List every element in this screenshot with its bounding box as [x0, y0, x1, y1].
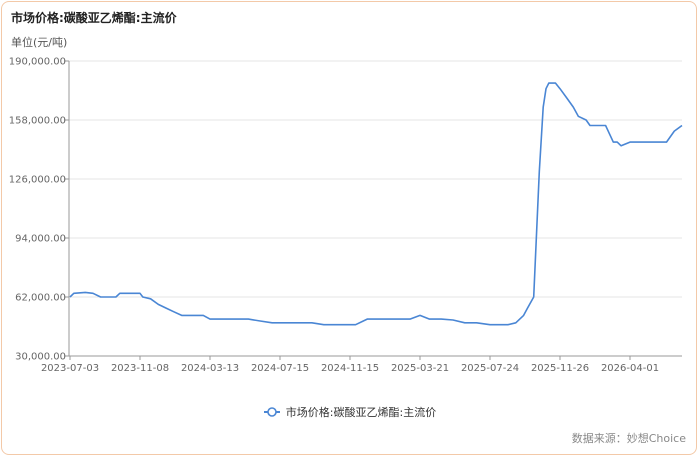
y-tick-label: 158,000.00 [9, 116, 66, 127]
y-tick-label: 30,000.00 [15, 352, 66, 363]
x-tick-label: 2026-04-01 [601, 363, 659, 374]
y-tick-label: 190,000.00 [9, 57, 66, 68]
x-tick-label: 2024-03-13 [181, 363, 239, 374]
legend-line-marker-icon [263, 407, 280, 417]
legend-label: 市场价格:碳酸亚乙烯酯:主流价 [285, 406, 437, 419]
x-tick-label: 2024-07-15 [251, 363, 309, 374]
x-tick-label: 2024-11-15 [321, 363, 379, 374]
data-source: 数据来源：妙想Choice [571, 432, 686, 445]
y-tick-label: 126,000.00 [9, 175, 66, 186]
x-tick-label: 2025-11-26 [531, 363, 589, 374]
y-tick-label: 62,000.00 [15, 293, 66, 304]
series-line-vinylene-carbonate-price [69, 82, 683, 326]
legend[interactable]: 市场价格:碳酸亚乙烯酯:主流价 [0, 404, 700, 420]
x-tick-label: 2025-07-24 [461, 363, 519, 374]
x-tick-label: 2025-03-21 [391, 363, 449, 374]
y-tick-label: 94,000.00 [15, 234, 66, 245]
x-tick-label: 2023-11-08 [111, 363, 169, 374]
line-chart: 190,000.00 158,000.00 126,000.00 94,000.00 6… [9, 57, 683, 374]
x-tick-label: 2023-07-03 [41, 363, 99, 374]
